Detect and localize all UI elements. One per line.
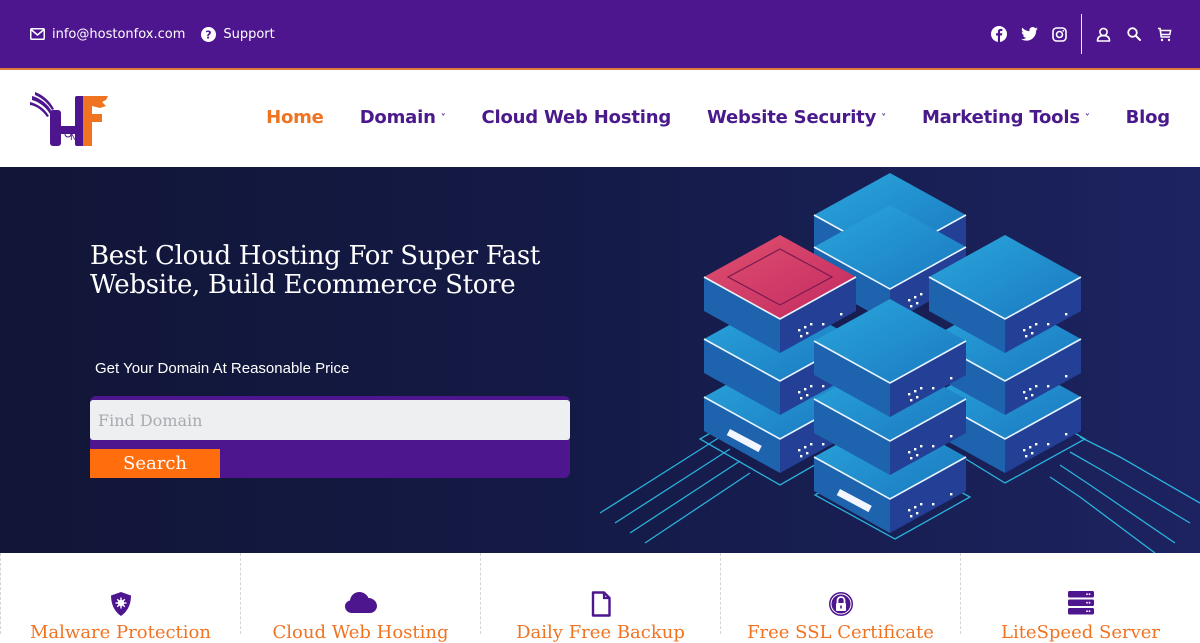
nav-website-security[interactable]: Website Security ˅ xyxy=(707,107,886,128)
envelope-icon xyxy=(30,28,45,40)
email-text: info@hostonfox.com xyxy=(52,26,186,42)
feature-litespeed-server[interactable]: LiteSpeed Server xyxy=(960,553,1200,643)
server-stacks xyxy=(703,173,1082,533)
search-icon[interactable] xyxy=(1127,27,1141,41)
hero-subtitle: Get Your Domain At Reasonable Price xyxy=(95,360,350,377)
svg-text:?: ? xyxy=(206,28,212,41)
support-link[interactable]: ? Support xyxy=(201,26,275,42)
nav-cloud-web-hosting-label: Cloud Web Hosting xyxy=(481,107,672,128)
nav-website-security-label: Website Security xyxy=(707,107,877,128)
email-link[interactable]: info@hostonfox.com xyxy=(30,27,185,42)
feature-cloud-web-hosting[interactable]: Cloud Web Hosting xyxy=(240,553,480,643)
nav-domain-label: Domain xyxy=(359,107,436,128)
server-icon xyxy=(1067,591,1094,619)
chevron-down-icon: ˅ xyxy=(881,113,886,124)
feature-label: Daily Free Backup xyxy=(516,622,685,643)
site-logo[interactable]: N xyxy=(30,92,110,148)
main-navbar: N Home Domain ˅ Cloud Web Hosting Website… xyxy=(0,70,1200,165)
hero-title: Best Cloud Hosting For Super Fast Websit… xyxy=(90,241,541,300)
chevron-down-icon: ˅ xyxy=(440,113,446,124)
main-menu: Home Domain ˅ Cloud Web Hosting Website S… xyxy=(266,70,1170,165)
nav-domain[interactable]: Domain ˅ xyxy=(360,107,446,128)
topbar-divider xyxy=(1081,14,1082,54)
nav-cloud-web-hosting[interactable]: Cloud Web Hosting xyxy=(482,107,672,128)
lock-icon xyxy=(828,591,854,621)
file-icon xyxy=(591,591,611,621)
nav-marketing-tools-label: Marketing Tools xyxy=(921,107,1080,128)
feature-label: LiteSpeed Server xyxy=(1000,622,1160,643)
facebook-icon[interactable] xyxy=(991,26,1007,42)
question-circle-icon: ? xyxy=(201,26,217,42)
feature-malware-protection[interactable]: Malware Protection xyxy=(0,553,240,643)
nav-blog[interactable]: Blog xyxy=(1125,107,1171,128)
feature-label: Malware Protection xyxy=(30,622,211,643)
domain-search-button[interactable]: Search xyxy=(90,449,220,478)
feature-label: Free SSL Certificate xyxy=(747,622,934,643)
feature-daily-free-backup[interactable]: Daily Free Backup xyxy=(480,553,720,643)
feature-label: Cloud Web Hosting xyxy=(272,622,449,643)
chevron-down-icon: ˅ xyxy=(1084,113,1090,124)
nav-blog-label: Blog xyxy=(1125,107,1171,128)
nav-home[interactable]: Home xyxy=(266,107,324,128)
shield-virus-icon xyxy=(109,591,133,621)
cart-icon[interactable] xyxy=(1157,27,1172,42)
domain-search-input[interactable] xyxy=(90,400,570,440)
support-text: Support xyxy=(223,26,275,42)
user-icon[interactable] xyxy=(1096,27,1111,42)
instagram-icon[interactable] xyxy=(1052,26,1067,42)
features-row: Malware Protection Cloud Web Hosting Dai… xyxy=(0,553,1200,643)
hero-banner: Best Cloud Hosting For Super Fast Websit… xyxy=(0,167,1200,553)
cloud-icon xyxy=(344,591,377,617)
feature-free-ssl-certificate[interactable]: Free SSL Certificate xyxy=(720,553,960,643)
domain-search-form: Search xyxy=(90,396,570,478)
top-bar: info@hostonfox.com ? Support xyxy=(0,0,1200,70)
twitter-icon[interactable] xyxy=(1021,27,1038,41)
nav-marketing-tools[interactable]: Marketing Tools ˅ xyxy=(922,107,1090,128)
nav-home-label: Home xyxy=(266,107,324,128)
server-illustration xyxy=(600,173,1200,553)
